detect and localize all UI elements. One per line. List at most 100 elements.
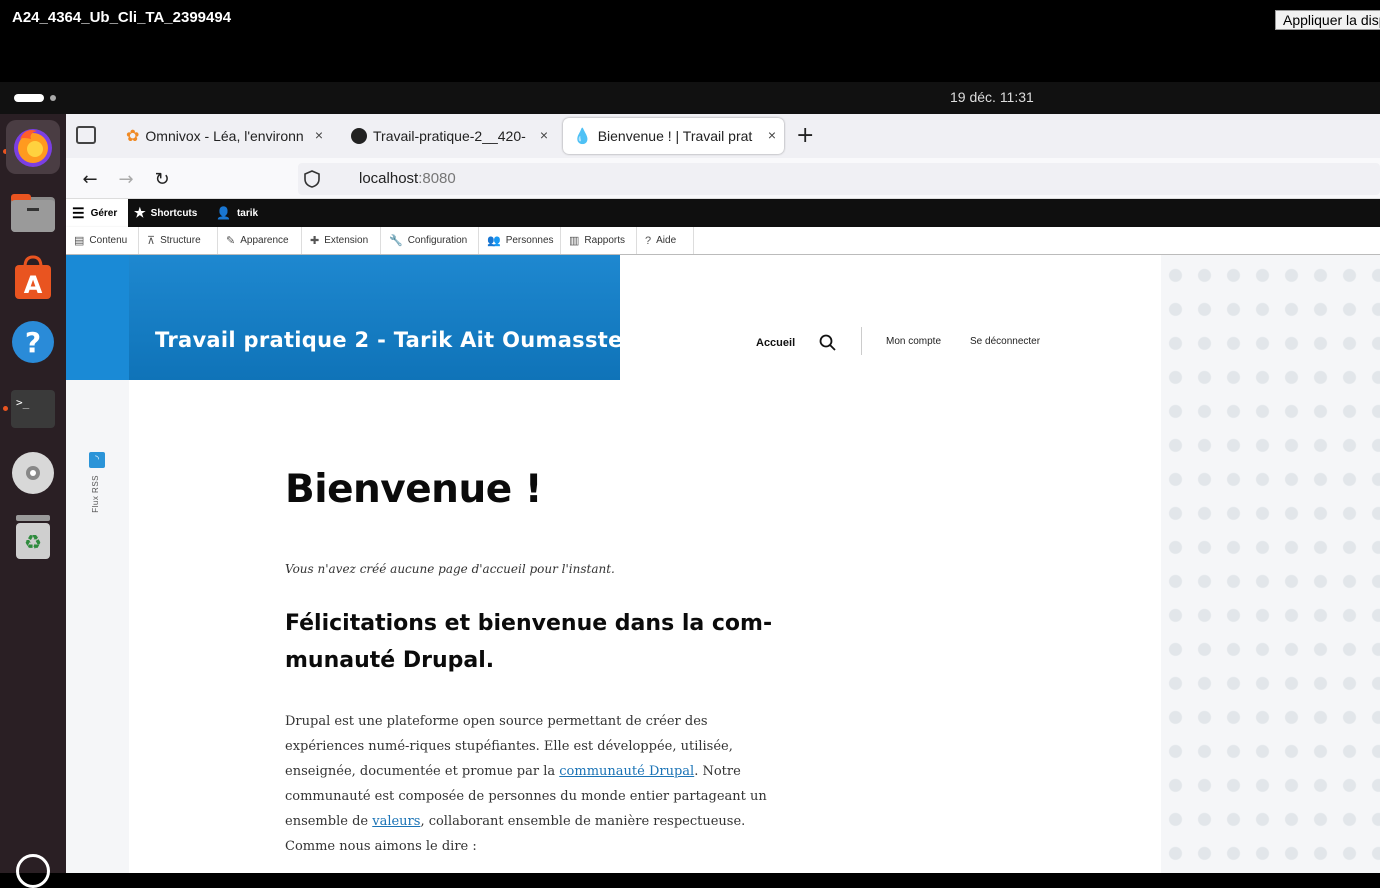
terminal-icon: >_ — [11, 390, 55, 428]
close-icon[interactable]: × — [315, 127, 323, 143]
tab-omnivox[interactable]: ✿ Omnivox - Léa, l'environn × — [116, 118, 331, 154]
navigation-bar: ← → ↻ localhost:8080 — [66, 158, 1380, 199]
nav-account-link[interactable]: Mon compte — [886, 336, 941, 347]
toolbar-shortcuts-label: Shortcuts — [150, 207, 198, 219]
people-icon: 👥 — [487, 235, 501, 247]
dock: A ? >_ ♻ — [0, 114, 66, 888]
url-text: localhost:8080 — [359, 170, 456, 187]
community-link[interactable]: communauté Drupal — [559, 764, 694, 779]
dock-firefox[interactable] — [6, 120, 60, 174]
nav-divider — [861, 327, 862, 355]
tray-label: Structure — [160, 235, 201, 246]
trash-icon: ♻ — [16, 515, 50, 559]
tray-aide[interactable]: ? Aide — [637, 227, 694, 254]
star-icon: ★ — [134, 205, 146, 220]
disc-icon — [12, 452, 54, 494]
page-title: Bienvenue ! — [285, 467, 543, 512]
dock-terminal[interactable]: >_ — [6, 382, 60, 436]
toolbar-manage[interactable]: ☰ Gérer — [66, 199, 128, 227]
toolbar-shortcuts[interactable]: ★ Shortcuts — [134, 199, 197, 227]
main-navigation: Accueil — [756, 334, 836, 351]
tray-label: Extension — [324, 235, 369, 246]
intro-text: Vous n'avez créé aucune page d'accueil p… — [285, 562, 615, 576]
ubuntu-top-panel: 19 déc. 11:31 — [0, 82, 1380, 114]
tray-label: Aide — [656, 235, 677, 246]
close-icon[interactable]: × — [768, 127, 776, 143]
apply-display-button[interactable]: Appliquer la disp — [1275, 10, 1380, 30]
activities-indicator[interactable] — [14, 94, 44, 102]
search-icon[interactable] — [819, 334, 836, 351]
svg-text:♻: ♻ — [24, 530, 42, 554]
puzzle-icon: ✚ — [310, 235, 320, 247]
dock-help[interactable]: ? — [6, 315, 60, 369]
dock-trash[interactable]: ♻ — [6, 510, 60, 564]
values-link[interactable]: valeurs — [372, 814, 420, 829]
svg-text:?: ? — [25, 326, 41, 359]
ubuntu-apps-icon[interactable] — [16, 854, 50, 888]
site-title[interactable]: Travail pratique 2 - Tarik Ait Oumasste — [155, 328, 623, 352]
tray-label: Rapports — [584, 235, 625, 246]
toolbar-user[interactable]: 👤 tarik — [216, 199, 258, 227]
reload-button[interactable]: ↻ — [149, 166, 175, 192]
url-bar[interactable]: localhost:8080 — [298, 163, 1380, 195]
site-branding — [129, 255, 620, 380]
background-drop-pattern — [1161, 255, 1380, 873]
section-heading: Félicitations et bienvenue dans la com- … — [285, 605, 785, 679]
dock-disc[interactable] — [6, 446, 60, 500]
section-heading-line: Félicitations et bienvenue dans la com- — [285, 611, 773, 636]
document-icon: ▤ — [74, 235, 85, 247]
tab-label: Travail-pratique-2__420- — [373, 128, 526, 144]
tab-label: Bienvenue ! | Travail prat — [597, 128, 753, 144]
dock-files[interactable] — [6, 186, 60, 240]
tray-label: Contenu — [89, 235, 128, 246]
sitemap-icon: ⊼ — [147, 235, 156, 247]
tab-github[interactable]: Travail-pratique-2__420- × — [341, 118, 556, 154]
workspace-dot — [50, 95, 56, 101]
help-circle-icon: ? — [645, 234, 652, 247]
svg-text:>_: >_ — [16, 396, 30, 409]
files-icon — [11, 194, 55, 232]
user-icon: 👤 — [216, 206, 231, 220]
github-icon — [351, 128, 367, 144]
rss-icon[interactable]: ◝ — [89, 452, 105, 468]
tray-apparence[interactable]: ✎ Apparence — [218, 227, 302, 254]
tray-configuration[interactable]: 🔧 Configuration — [381, 227, 479, 254]
toolbar-manage-label: Gérer — [90, 207, 118, 219]
tray-contenu[interactable]: ▤ Contenu — [66, 227, 139, 254]
tray-structure[interactable]: ⊼ Structure — [139, 227, 218, 254]
clock[interactable]: 19 déc. 11:31 — [950, 89, 1034, 105]
back-button[interactable]: ← — [77, 166, 103, 192]
section-heading-line: munauté Drupal. — [285, 648, 495, 673]
app-center-icon: A — [15, 255, 51, 299]
wrench-icon: 🔧 — [389, 235, 403, 247]
dock-app-center[interactable]: A — [6, 251, 60, 305]
forward-button[interactable]: → — [113, 166, 139, 192]
tray-extension[interactable]: ✚ Extension — [302, 227, 381, 254]
header-left-stripe — [66, 255, 129, 380]
tab-label: Omnivox - Léa, l'environn — [145, 128, 304, 144]
svg-text:A: A — [24, 271, 43, 299]
bar-chart-icon: ▥ — [569, 235, 580, 247]
tray-personnes[interactable]: 👥 Personnes — [479, 227, 561, 254]
tray-rapports[interactable]: ▥ Rapports — [561, 227, 637, 254]
firefox-window: ✿ Omnivox - Léa, l'environn × Travail-pr… — [66, 114, 1380, 873]
drupal-admin-tray: ▤ Contenu ⊼ Structure ✎ Apparence ✚ Exte… — [66, 227, 1380, 255]
tray-label: Configuration — [407, 235, 468, 246]
rss-label[interactable]: Flux RSS — [91, 475, 100, 513]
url-port: :8080 — [418, 170, 456, 187]
shield-icon[interactable] — [304, 170, 320, 188]
firefox-icon — [14, 129, 52, 167]
vm-top-bar: A24_4364_Ub_Cli_TA_2399494 Appliquer la … — [0, 0, 1380, 82]
nav-logout-link[interactable]: Se déconnecter — [970, 336, 1040, 347]
paintbrush-icon: ✎ — [226, 235, 236, 247]
url-host: localhost — [359, 170, 419, 187]
tray-label: Apparence — [240, 235, 289, 246]
close-icon[interactable]: × — [540, 127, 548, 143]
nav-home-link[interactable]: Accueil — [756, 337, 795, 349]
vm-title: A24_4364_Ub_Cli_TA_2399494 — [12, 9, 232, 26]
tab-bienvenue[interactable]: 💧 Bienvenue ! | Travail prat × — [563, 118, 784, 154]
new-tab-button[interactable]: + — [796, 123, 814, 148]
toolbar-user-label: tarik — [236, 207, 259, 219]
tab-overview-icon[interactable] — [76, 126, 96, 144]
social-bar: ◝ Flux RSS — [66, 380, 129, 873]
